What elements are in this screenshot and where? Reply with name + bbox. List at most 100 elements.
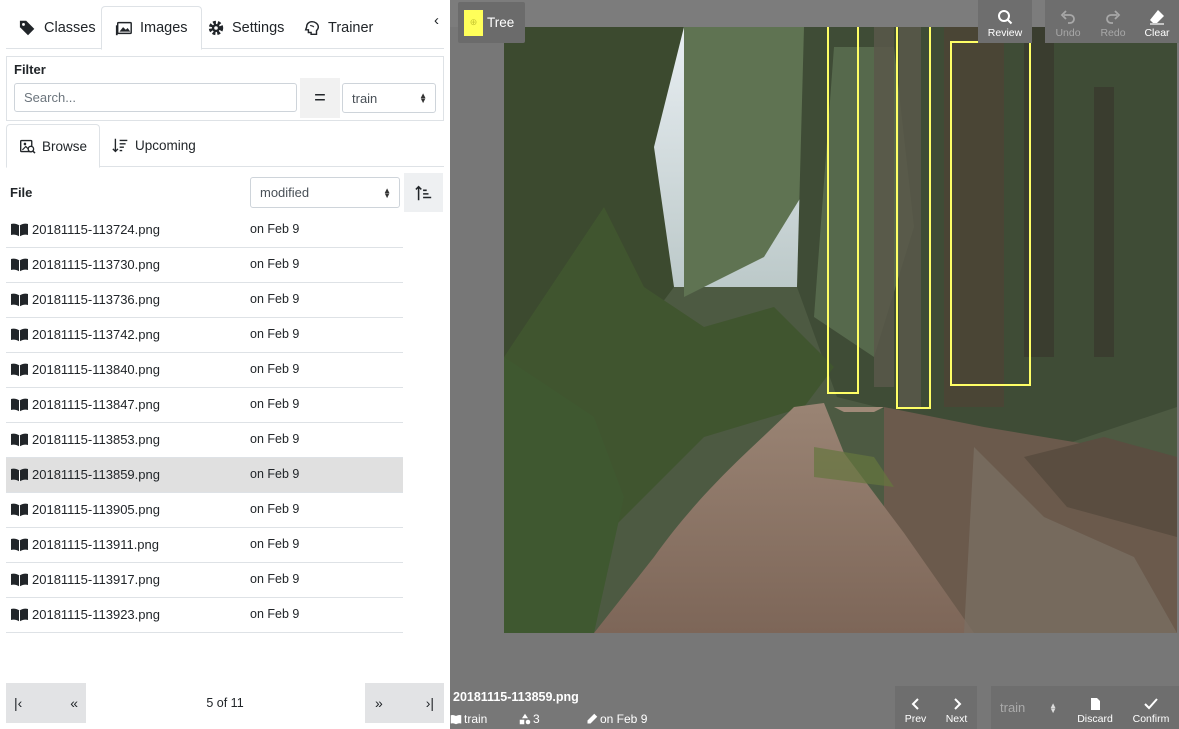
file-row[interactable]: 20181115-113847.png on Feb 9 [6,388,403,423]
file-name: 20181115-113853.png [32,432,160,447]
filter-operator-button[interactable]: = [300,78,340,118]
image-modified: on Feb 9 [600,712,648,726]
file-row[interactable]: 20181115-113742.png on Feb 9 [6,318,403,353]
file-date: on Feb 9 [250,362,300,376]
tab-browse[interactable]: Browse [6,124,101,168]
annotation-box[interactable] [950,41,1031,386]
class-color-swatch: ⊕ [464,9,483,36]
review-button[interactable]: Review [978,0,1032,43]
select-arrows-icon: ▲ ▼ [419,91,427,105]
file-row[interactable]: 20181115-113736.png on Feb 9 [6,283,403,318]
app-root: Classes Images Settings Trainer ‹ Filter… [0,0,1179,729]
undo-button[interactable]: Undo [1048,0,1088,43]
image-info: 20181115-113859.png train 3 on Feb 9 [450,690,647,726]
file-row[interactable]: 20181115-113911.png on Feb 9 [6,528,403,563]
image-split-select[interactable]: train ▲ ▼ [993,693,1063,722]
prev-image-button[interactable]: Prev [895,686,936,729]
file-row[interactable]: 20181115-113917.png on Feb 9 [6,563,403,598]
file-date: on Feb 9 [250,292,300,306]
sort-ascending-icon [414,185,431,200]
undo-label: Undo [1055,27,1081,39]
file-name-cell: 20181115-113724.png [10,222,160,237]
file-date: on Feb 9 [250,502,300,516]
confirm-button[interactable]: Confirm [1125,686,1177,729]
book-icon [11,468,28,482]
tab-classes-label: Classes [44,19,96,36]
tab-upcoming[interactable]: Upcoming [100,124,208,167]
file-row[interactable]: 20181115-113724.png on Feb 9 [6,213,403,248]
last-page-button[interactable]: ›| [426,695,434,711]
main-tabs: Classes Images Settings Trainer [6,6,444,50]
clear-label: Clear [1144,27,1170,39]
tab-trainer-label: Trainer [328,19,374,36]
discard-button[interactable]: Discard [1071,686,1119,729]
pagination-back-group: |‹ « [6,683,86,723]
sort-icon [112,138,128,153]
tags-icon [19,20,35,35]
annotation-count-meta: 3 [519,712,540,726]
tab-settings-label: Settings [232,19,285,36]
select-arrows-icon: ▲ ▼ [1049,700,1057,715]
file-name: 20181115-113847.png [32,397,160,412]
file-name: 20181115-113905.png [32,502,160,517]
file-name-cell: 20181115-113859.png [10,467,160,482]
pagination: |‹ « 5 of 11 » ›| [6,683,444,723]
tab-settings[interactable]: Settings [194,6,297,49]
image-navigation: Prev Next [895,686,977,729]
file-date: on Feb 9 [250,607,300,621]
filter-label: Filter [14,62,46,77]
book-icon [11,363,28,377]
eraser-icon [1150,10,1164,25]
redo-button[interactable]: Redo [1093,0,1133,43]
book-icon [11,328,28,342]
file-name: 20181115-113730.png [32,257,160,272]
image-split-select-value: train [1000,700,1026,715]
modified-meta: on Feb 9 [586,712,647,726]
prev-page-button[interactable]: « [70,695,78,711]
sort-direction-button[interactable] [404,173,443,212]
annotation-box[interactable] [827,27,859,394]
first-page-button[interactable]: |‹ [14,695,22,711]
tab-images-label: Images [140,20,188,36]
tab-classes[interactable]: Classes [6,6,109,49]
collapse-panel-button[interactable]: ‹ [434,12,439,29]
file-row[interactable]: 20181115-113730.png on Feb 9 [6,248,403,283]
file-list: 20181115-113724.png on Feb 9 20181115-1137… [6,213,403,633]
next-page-button[interactable]: » [375,695,383,711]
annotated-image[interactable] [504,27,1177,633]
active-class-label: Tree [487,15,515,30]
prev-label: Prev [904,713,927,725]
file-row[interactable]: 20181115-113923.png on Feb 9 [6,598,403,633]
file-row[interactable]: 20181115-113859.png on Feb 9 [6,458,403,493]
file-name-cell: 20181115-113730.png [10,257,160,272]
chevron-left-icon [911,698,919,710]
browse-tabs: Browse Upcoming [6,124,444,168]
book-icon [450,714,462,725]
sort-field-select[interactable]: modified ▲ ▼ [250,177,400,208]
split-filter-select[interactable]: train ▲ ▼ [342,83,436,113]
pagination-forward-group: » ›| [365,683,444,723]
browse-icon [20,139,36,154]
tab-trainer[interactable]: Trainer [290,6,386,49]
undo-icon [1060,10,1075,24]
select-arrows-icon: ▲ ▼ [383,185,391,200]
clear-button[interactable]: Clear [1137,0,1177,43]
search-input[interactable] [14,83,297,112]
file-row[interactable]: 20181115-113840.png on Feb 9 [6,353,403,388]
file-row[interactable]: 20181115-113853.png on Feb 9 [6,423,403,458]
file-date: on Feb 9 [250,222,300,236]
book-icon [11,293,28,307]
tab-images[interactable]: Images [101,6,202,50]
next-image-button[interactable]: Next [936,686,977,729]
file-name-cell: 20181115-113917.png [10,572,160,587]
file-name: 20181115-113917.png [32,572,160,587]
file-date: on Feb 9 [250,432,300,446]
file-name-cell: 20181115-113923.png [10,607,160,622]
file-icon [1091,698,1100,710]
filter-section: Filter = train ▲▼ [6,56,444,121]
annotation-box[interactable] [896,27,931,409]
review-label: Review [987,27,1023,39]
file-row[interactable]: 20181115-113905.png on Feb 9 [6,493,403,528]
file-name-cell: 20181115-113847.png [10,397,160,412]
active-class-chip[interactable]: ⊕ Tree [458,2,525,43]
